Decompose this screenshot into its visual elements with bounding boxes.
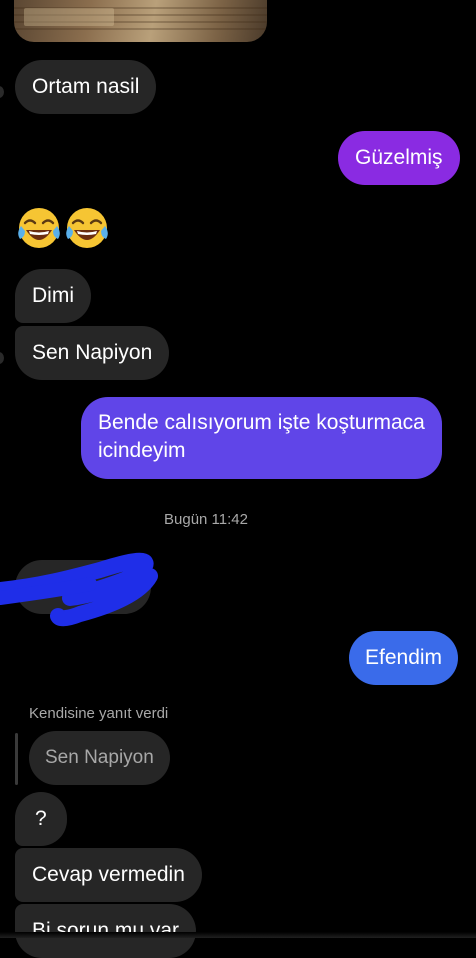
incoming-message[interactable]: Sen Napiyon — [15, 326, 170, 380]
outgoing-message[interactable]: Güzelmiş — [338, 131, 460, 185]
message-text: Güzelmiş — [355, 146, 443, 169]
reply-label: Kendisine yanıt verdi — [29, 705, 169, 722]
message-text-line-1: Bende calısıyorum işte koşturmaca — [98, 411, 425, 434]
timestamp: Bugün 11:42 — [164, 511, 248, 528]
quoted-message[interactable]: Sen Napiyon — [29, 731, 170, 785]
message-text: Efendim — [365, 646, 443, 669]
incoming-message[interactable] — [15, 560, 151, 614]
outgoing-message[interactable]: Bende calısıyorum işte koşturmaca icinde… — [81, 397, 442, 479]
reply-indicator-bar — [15, 733, 18, 785]
message-text: Dimi — [32, 284, 74, 307]
incoming-message[interactable]: Cevap vermedin — [15, 848, 202, 902]
message-text-line-2: icindeyim — [98, 439, 186, 462]
message-text: ? — [35, 807, 47, 830]
avatar[interactable] — [0, 86, 4, 98]
message-thread: Ortam nasil Güzelmiş Dimi Sen Napiyon Be… — [0, 0, 476, 958]
incoming-message[interactable]: ? — [15, 792, 67, 846]
incoming-message[interactable]: Ortam nasil — [15, 60, 157, 114]
message-text: Bi sorun mu var — [32, 919, 180, 942]
face-with-tears-of-joy-icon — [18, 208, 60, 248]
emoji-message[interactable] — [16, 205, 110, 251]
composer-edge — [0, 932, 476, 938]
message-text: Sen Napiyon — [32, 341, 153, 364]
shared-photo[interactable] — [14, 0, 267, 42]
incoming-message[interactable]: Bi sorun mu var — [15, 904, 197, 958]
message-text: Ortam nasil — [32, 75, 140, 98]
message-text: Cevap vermedin — [32, 863, 185, 886]
face-with-tears-of-joy-icon — [66, 208, 108, 248]
avatar[interactable] — [0, 352, 4, 364]
outgoing-message[interactable]: Efendim — [349, 631, 459, 685]
incoming-message[interactable]: Dimi — [15, 269, 91, 323]
